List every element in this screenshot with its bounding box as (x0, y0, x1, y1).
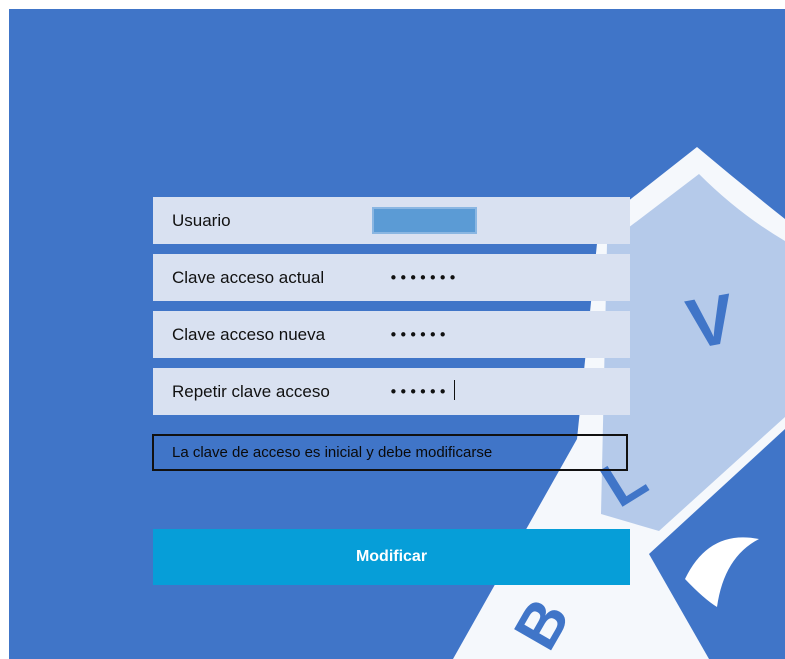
current-password-label: Clave acceso actual (172, 268, 325, 287)
new-password-row: Clave acceso nueva (153, 311, 630, 358)
repeat-password-label: Repetir clave acceso (172, 382, 330, 401)
text-caret (454, 380, 455, 400)
user-row: Usuario (153, 197, 630, 244)
modify-button[interactable]: Modificar (153, 529, 630, 585)
user-label: Usuario (172, 211, 231, 230)
user-input[interactable] (372, 207, 477, 234)
new-password-label: Clave acceso nueva (172, 325, 326, 344)
repeat-password-row: Repetir clave acceso (153, 368, 630, 415)
status-message: La clave de acceso es inicial y debe mod… (152, 434, 628, 471)
current-password-input[interactable] (389, 267, 579, 289)
new-password-input[interactable] (389, 324, 579, 346)
login-background: V L B Usuario Clave acceso actual Clave … (9, 9, 785, 659)
current-password-row: Clave acceso actual (153, 254, 630, 301)
repeat-password-input[interactable] (389, 381, 579, 403)
